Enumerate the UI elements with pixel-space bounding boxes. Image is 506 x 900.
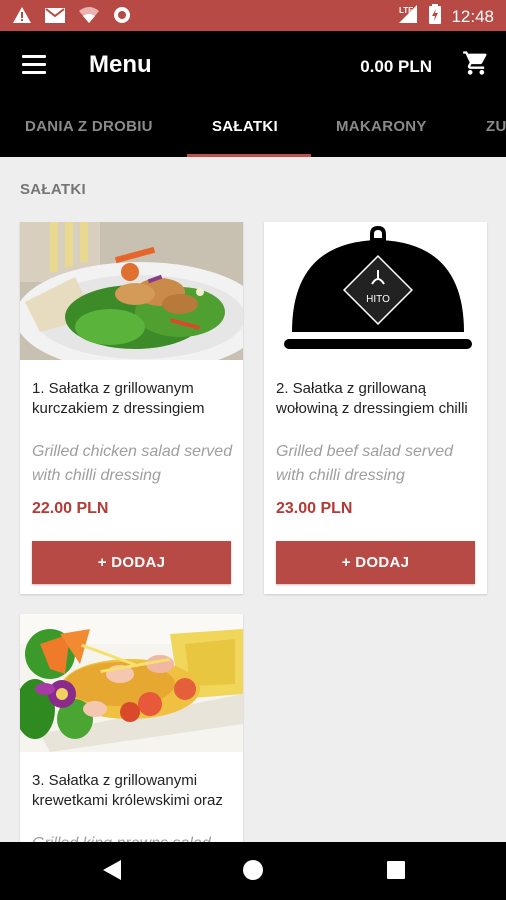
item-name: 2. Sałatka z grillowaną wołowiną z dress… — [276, 380, 468, 417]
item-description: Grilled beef salad served with chilli dr… — [276, 443, 453, 484]
prawn-salad-image — [20, 614, 243, 752]
tab-salatki[interactable]: SAŁATKI — [212, 118, 278, 135]
tab-zupy[interactable]: ZU — [486, 118, 506, 135]
cart-total: 0.00 PLN — [360, 57, 432, 76]
item-description: Grilled chicken salad served with chilli… — [32, 443, 233, 484]
status-bar: LTE 12:48 — [0, 0, 506, 31]
hito-logo-text: HITO — [366, 294, 390, 305]
system-nav-bar — [0, 842, 506, 900]
page-title: Menu — [89, 51, 152, 78]
add-to-cart-button[interactable]: + DODAJ — [32, 541, 231, 584]
add-to-cart-button[interactable]: + DODAJ — [276, 541, 475, 584]
category-tabs: DANIA Z DROBIU SAŁATKI MAKARONY ZU — [0, 101, 506, 157]
chicken-salad-image — [20, 222, 243, 360]
item-description: Grilled king prawns salad — [32, 832, 237, 842]
section-title: SAŁATKI — [20, 181, 86, 198]
lte-signal-icon: LTE — [397, 4, 419, 29]
status-time: 12:48 — [451, 6, 494, 26]
menu-item-card[interactable]: HITO 2. Sałatka z grillowaną wołowiną z … — [264, 222, 487, 594]
menu-item-card[interactable]: 3. Sałatka z grillowanymi krewetkami kró… — [20, 614, 243, 842]
recents-icon[interactable] — [386, 860, 406, 885]
home-icon[interactable] — [242, 859, 264, 886]
app-bar: Menu 0.00 PLN — [0, 31, 506, 101]
battery-icon — [429, 4, 442, 29]
gmail-icon — [44, 7, 66, 29]
cloche-logo-image: HITO — [264, 222, 487, 360]
svg-text:LTE: LTE — [399, 6, 414, 15]
tab-dania-z-drobiu[interactable]: DANIA Z DROBIU — [25, 118, 153, 135]
item-price: 22.00 PLN — [32, 500, 109, 517]
menu-content[interactable]: SAŁATKI 1. Sałatka z grillowanym kurczak… — [0, 157, 506, 842]
sync-icon — [112, 5, 132, 30]
warning-icon — [12, 6, 32, 29]
tab-makarony[interactable]: MAKARONY — [336, 118, 427, 135]
cart-icon[interactable] — [462, 49, 490, 82]
item-name: 1. Sałatka z grillowanym kurczakiem z dr… — [32, 380, 205, 417]
item-price: 23.00 PLN — [276, 500, 353, 517]
wifi-icon — [78, 6, 100, 29]
hamburger-menu-icon[interactable] — [22, 55, 46, 75]
menu-item-card[interactable]: 1. Sałatka z grillowanym kurczakiem z dr… — [20, 222, 243, 594]
back-icon[interactable] — [101, 858, 123, 887]
item-name: 3. Sałatka z grillowanymi krewetkami kró… — [32, 772, 223, 809]
